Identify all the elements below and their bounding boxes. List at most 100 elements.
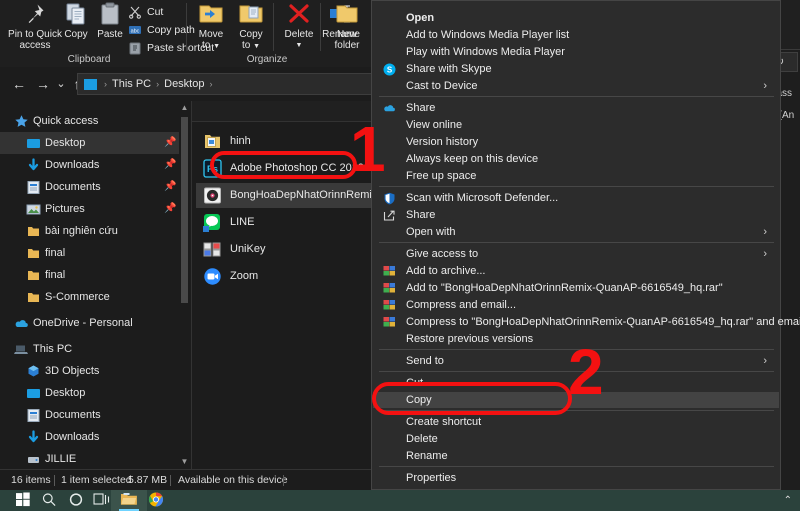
sidebar-item-final-1[interactable]: final — [0, 242, 182, 264]
paste-button-label: Paste — [89, 29, 131, 40]
status-item-count: 16 items — [11, 474, 51, 487]
menu-item-give-access-to[interactable]: Give access to › — [373, 246, 779, 262]
pin-icon[interactable]: 📌 — [164, 137, 174, 149]
move-to-label-1: Move — [191, 29, 231, 40]
tray-expand-button[interactable]: ⌃ — [784, 495, 792, 506]
pin-icon[interactable]: 📌 — [164, 181, 174, 193]
navigation-pane-scrollbar[interactable]: ▲ ▼ — [179, 101, 190, 469]
menu-item-always-keep-on-device[interactable]: Always keep on this device — [373, 151, 779, 167]
navigation-pane: Quick access Desktop 📌 Downloads 📌 Docum… — [0, 101, 190, 469]
menu-item-free-up-space[interactable]: Free up space — [373, 168, 779, 184]
delete-chevron-icon: ▼ — [277, 40, 321, 51]
copy-to-label-1: Copy — [231, 29, 271, 40]
star-icon — [14, 114, 29, 129]
line-icon — [203, 213, 222, 232]
scrollbar-thumb[interactable] — [181, 117, 188, 303]
screen: ↻ Class or (An Pin to Quick access — [0, 0, 800, 511]
task-view-icon — [94, 492, 111, 509]
menu-item-compress-to-rar-and-email[interactable]: Compress to "BongHoaDepNhatOrinnRemix-Qu… — [373, 314, 779, 330]
sidebar-item-downloads-2[interactable]: Downloads — [0, 426, 182, 448]
sidebar-item-desktop[interactable]: Desktop 📌 — [0, 132, 182, 154]
menu-item-view-online[interactable]: View online — [373, 117, 779, 133]
copy-to-label-2: to ▼ — [231, 40, 271, 52]
menu-item-share-onedrive[interactable]: Share — [373, 100, 779, 116]
chrome-icon — [149, 492, 164, 510]
delete-button[interactable]: Delete ▼ — [277, 2, 321, 51]
move-to-icon — [198, 2, 224, 26]
menu-item-scan-with-defender-label: Scan with Microsoft Defender... — [406, 191, 558, 205]
downloads-icon — [26, 158, 41, 173]
menu-item-scan-with-defender[interactable]: Scan with Microsoft Defender... — [373, 190, 779, 206]
new-folder-button[interactable]: New folder — [324, 2, 370, 51]
sidebar-item-final-2[interactable]: final — [0, 264, 182, 286]
menu-item-create-shortcut[interactable]: Create shortcut — [373, 414, 779, 430]
sidebar-label-desktop: Desktop — [45, 136, 85, 151]
pin-icon[interactable]: 📌 — [164, 203, 174, 215]
sidebar-item-onedrive[interactable]: OneDrive - Personal — [0, 312, 182, 334]
scroll-down-arrow-icon[interactable]: ▼ — [179, 455, 190, 469]
scroll-up-arrow-icon[interactable]: ▲ — [179, 101, 190, 115]
sidebar-label-downloads: Downloads — [45, 158, 99, 173]
ribbon-group-clipboard: Pin to Quick access Copy Paste — [0, 0, 178, 67]
sidebar-item-s-commerce[interactable]: S-Commerce — [0, 286, 182, 308]
sidebar-item-desktop-2[interactable]: Desktop — [0, 382, 182, 404]
menu-item-open[interactable]: Open — [373, 10, 779, 26]
menu-item-add-to-archive[interactable]: Add to archive... — [373, 263, 779, 279]
menu-item-compress-and-email[interactable]: Compress and email... — [373, 297, 779, 313]
menu-item-add-to-wmp-list[interactable]: Add to Windows Media Player list — [373, 27, 779, 43]
sidebar-item-downloads[interactable]: Downloads 📌 — [0, 154, 182, 176]
desktop-folder-icon — [84, 79, 97, 90]
menu-item-delete[interactable]: Delete — [373, 431, 779, 447]
svg-text:S: S — [387, 66, 393, 75]
pin-to-quick-access-button[interactable]: Pin to Quick access — [6, 2, 64, 51]
chrome-button[interactable] — [138, 490, 174, 511]
menu-item-add-to-rar[interactable]: Add to "BongHoaDepNhatOrinnRemix-QuanAP-… — [373, 280, 779, 296]
sidebar-item-bai-nghien-cuu[interactable]: bài nghiên cứu — [0, 220, 182, 242]
list-item-label: UniKey — [230, 242, 265, 257]
menu-item-share-label: Share — [406, 208, 435, 222]
sidebar-label-documents-2: Documents — [45, 408, 101, 423]
sidebar-label-jillie: JILLIE — [45, 452, 76, 467]
folder-icon — [26, 224, 41, 239]
copy-to-button[interactable]: Copy to ▼ — [231, 2, 271, 52]
ribbon-group-new: New folder — [322, 0, 378, 67]
pin-icon[interactable]: 📌 — [164, 159, 174, 171]
status-divider — [54, 475, 55, 486]
sidebar-item-documents[interactable]: Documents 📌 — [0, 176, 182, 198]
breadcrumb-item-1[interactable]: Desktop — [164, 78, 204, 90]
menu-item-share-with-skype[interactable]: S Share with Skype — [373, 61, 779, 77]
sidebar-item-quick-access[interactable]: Quick access — [0, 110, 182, 132]
sidebar-label-3d-objects: 3D Objects — [45, 364, 99, 379]
move-to-button[interactable]: Move to ▼ — [191, 2, 231, 52]
menu-item-open-with[interactable]: Open with › — [373, 224, 779, 240]
menu-item-share[interactable]: Share — [373, 207, 779, 223]
sidebar-label-s-commerce: S-Commerce — [45, 290, 110, 305]
menu-item-version-history[interactable]: Version history — [373, 134, 779, 150]
menu-item-play-with-wmp[interactable]: Play with Windows Media Player — [373, 44, 779, 60]
desktop-icon — [26, 136, 41, 151]
sidebar-label-final-2: final — [45, 268, 65, 283]
paste-button[interactable]: Paste — [89, 2, 131, 40]
breadcrumb: ›This PC›Desktop› — [84, 78, 217, 90]
desktop-icon — [26, 386, 41, 401]
menu-item-rename[interactable]: Rename — [373, 448, 779, 464]
forward-button[interactable]: → — [34, 75, 52, 93]
paste-icon — [99, 2, 121, 26]
onedrive-icon — [14, 316, 29, 331]
sidebar-item-3d-objects[interactable]: 3D Objects — [0, 360, 182, 382]
breadcrumb-item-0[interactable]: This PC — [112, 78, 151, 90]
menu-item-play-with-wmp-label: Play with Windows Media Player — [406, 45, 565, 59]
sidebar-item-this-pc[interactable]: This PC — [0, 338, 182, 360]
back-button[interactable]: ← — [10, 75, 28, 93]
menu-item-cast-to-device[interactable]: Cast to Device › — [373, 78, 779, 94]
documents-icon — [26, 180, 41, 195]
menu-item-restore-previous-versions-label: Restore previous versions — [406, 332, 533, 346]
menu-item-properties[interactable]: Properties — [373, 470, 779, 486]
downloads-icon — [26, 430, 41, 445]
media-disc-icon — [203, 186, 222, 205]
sidebar-item-jillie[interactable]: JILLIE — [0, 448, 182, 470]
sidebar-item-pictures[interactable]: Pictures 📌 — [0, 198, 182, 220]
sidebar-label-downloads-2: Downloads — [45, 430, 99, 445]
menu-item-add-to-wmp-list-label: Add to Windows Media Player list — [406, 28, 569, 42]
sidebar-item-documents-2[interactable]: Documents — [0, 404, 182, 426]
